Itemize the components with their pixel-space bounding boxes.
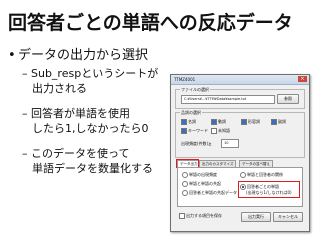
sub-bullet-2b: したら1,しなかったら0 (32, 122, 149, 135)
sub-bullet-2a: – 回答者が単語を使用 (22, 107, 130, 120)
dialog-title: TTMZ4001 (174, 77, 196, 82)
sub-bullet-3b: 単語データを数量化する (32, 162, 153, 175)
pos-checkbox-3[interactable]: 形容詞 (241, 119, 260, 125)
count-label: 出現頻度(件数)≧ (181, 141, 212, 146)
panel-option-4[interactable]: 単語と回答者の関係 (240, 172, 283, 178)
file-group-label: ファイルの選択 (180, 87, 210, 93)
dialog-titlebar: TTMZ4001 × (171, 75, 309, 85)
pos-checkbox-1[interactable]: 名詞 (181, 119, 196, 125)
bullet-list: • データの出力から選択 – Sub_respというシートが 出力される – 回答… (8, 44, 180, 176)
sub-bullet-1a: – Sub_respというシートが (22, 67, 159, 80)
sub-bullet-1b: 出力される (32, 82, 87, 95)
bullet-main: • データの出力から選択 (8, 48, 149, 63)
pos-checkbox-4[interactable]: 副詞 (271, 119, 286, 125)
highlight-option (238, 181, 300, 198)
run-button[interactable]: 出力実行 (241, 212, 271, 222)
panel-option-3[interactable]: 回答者と単語の共起データ (182, 190, 237, 196)
pos-checkbox-2[interactable]: 動詞 (211, 119, 226, 125)
save-items-checkbox[interactable]: 出力する項目を保存 (179, 213, 222, 219)
pos-checkbox-5[interactable]: キーワード (181, 128, 208, 134)
count-input[interactable]: 10 (221, 139, 239, 148)
tab-customize[interactable]: 出力のカスタマイズ (199, 160, 237, 167)
slide-title: 回答者ごとの単語への反応データ (8, 12, 293, 34)
file-path-input[interactable]: C:¥Users¥...¥TTM¥Data¥sample.txt (181, 95, 275, 104)
browse-button[interactable]: 参照 (277, 94, 299, 104)
panel-option-1[interactable]: 単語の出現頻度 (182, 172, 217, 178)
tab-sort[interactable]: データの並べ替え (239, 160, 273, 167)
sub-bullet-3a: – このデータを使って (22, 147, 130, 160)
cancel-button[interactable]: キャンセル (273, 212, 303, 222)
tab-panel: 単語の出現頻度 単語と単語の共起 回答者と単語の共起データ 単語と回答者の関係 … (177, 167, 303, 207)
panel-option-2[interactable]: 単語と単語の共起 (182, 181, 221, 187)
close-icon[interactable]: × (298, 76, 307, 82)
settings-dialog: TTMZ4001 × ファイルの選択 C:¥Users¥...¥TTM¥Data… (170, 74, 310, 232)
pos-checkbox-6[interactable]: 未知語 (211, 128, 230, 134)
pos-group-label: 品詞の選択 (180, 110, 202, 116)
bullet-main-text: データの出力から選択 (18, 48, 149, 63)
